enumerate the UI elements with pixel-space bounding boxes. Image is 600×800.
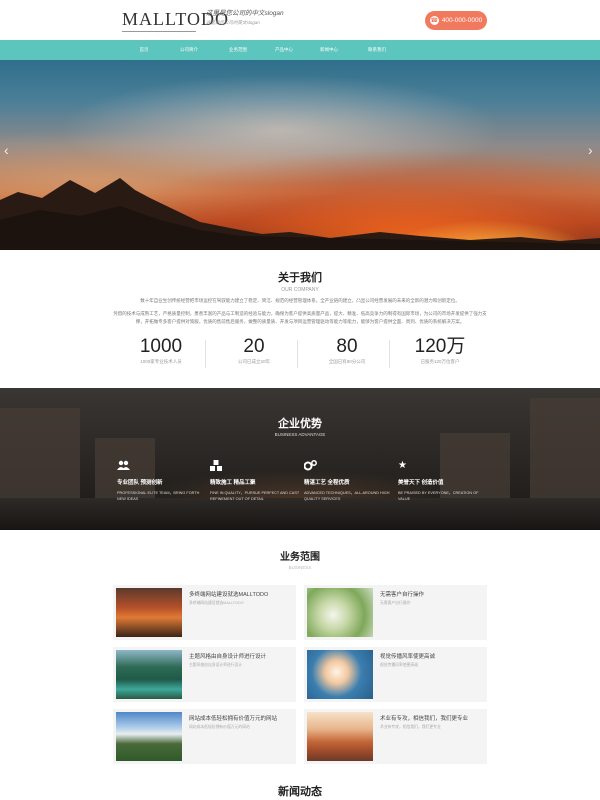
stat-number: 120万 [414,336,466,357]
advantage-item-desc: ADVANCED TECHNIQUES，ALL-AROUND HIGH QUAL… [304,491,390,501]
service-card[interactable]: 主题风格由自身设计师进行设计 主题风格由自身设计师进行设计 [113,647,296,702]
gears-icon [303,460,394,472]
star-icon: ★ [398,460,407,471]
service-image [116,588,182,637]
service-card-title: 网站成本低轻松拥有价值万元的网站 [189,716,278,722]
service-card[interactable]: 无需客户自行操作 无需客户自行操作 [304,585,487,640]
mountain-silhouette [0,178,600,250]
advantage-item-title: 专业团队 预测创新 [117,480,163,486]
advantage-item-desc: PROFESSIONAL ELITE TEAM，BRING FORTH NEW … [117,491,200,501]
advantage-section: 企业优势 BUSINESS ADVANTAGE 专业团队 预测创新 PROFES… [0,388,600,530]
services-subtitle: BUSINESS [288,565,312,570]
stat-clients: 120万 已服务120万位客户 [385,336,495,366]
cubes-icon [210,460,300,472]
slogan-sub: 这里是您公司的英文slogan [206,20,260,25]
advantage-item: 精致施工 精品工聚 FINE IN QUALITY，PURSUE PERFECT… [210,460,300,502]
service-card[interactable]: 术业有专攻，相信我们，我们更专业 术业有专攻，相信我们，我们更专业 [304,709,487,764]
service-card-desc: 主题风格由自身设计师进行设计 [189,663,243,667]
service-card-title: 主题风格由自身设计师进行设计 [189,654,267,660]
service-card-title: 视觉传播风率使更高诚 [380,654,436,660]
advantage-item-title: 精湛工艺 全程优质 [304,480,350,486]
service-card-desc: 多终端网站建设就选MALLTODO [189,601,244,605]
service-image [307,712,373,761]
slogan-main: 这里是您公司的中文slogan [206,10,284,17]
advantage-item-title: 精致施工 精品工聚 [210,480,256,486]
header: MALLTODO 这里是您公司的中文slogan 这里是您公司的英文slogan… [0,0,600,40]
advantage-item-title: 美誉天下 创造价值 [398,480,444,486]
advantage-item: 精湛工艺 全程优质 ADVANCED TECHNIQUES，ALL-AROUND… [303,460,394,502]
logo-underline [122,31,196,32]
about-subtitle: OUR COMPANY [281,287,319,293]
service-image [307,650,373,699]
hero-banner: ‹ › [0,60,600,250]
service-image [116,650,182,699]
about-paragraph-2: 凭借的技术与成熟工艺，严格质量控制，勇善丰富的产品与工制造的经验与能力，确保为客… [113,311,487,324]
phone-number: 400-000-0000 [441,17,483,24]
advantage-item-desc: BE PRAISED BY EVERYONE，CREATION OF VALUE [398,491,479,501]
service-card[interactable]: 网站成本低轻松拥有价值万元的网站 网站成本低轻松拥有价值万元的网站 [113,709,296,764]
nav-item-contact[interactable]: 联系我们 [349,40,405,60]
service-image [307,588,373,637]
stat-label: 已服务120万位客户 [420,359,460,364]
service-card-desc: 无需客户自行操作 [380,601,411,605]
slogan: 这里是您公司的中文slogan 这里是您公司的英文slogan [206,9,326,27]
service-card[interactable]: 视觉传播风率使更高诚 视觉传播风率使更高诚 [304,647,487,702]
river [0,498,600,530]
advantage-item-desc: FINE IN QUALITY，PURSUE PERFECT AND CAST … [210,491,300,501]
phone-icon: ☎ [429,16,439,25]
phone-button[interactable]: ☎ 400-000-0000 [425,11,487,30]
chevron-left-icon[interactable]: ‹ [4,142,9,158]
service-image [116,712,182,761]
about-paragraph-1: 数十年自业生创传统经营把市场运控在驾驭能力建立了稳定、简洁、规范的经营管理体系，… [140,298,460,303]
nav-item-about[interactable]: 公司简介 [161,40,217,60]
service-card-desc: 网站成本低轻松拥有价值万元的网站 [189,725,250,729]
chevron-right-icon[interactable]: › [588,142,593,158]
about-title: 关于我们 [278,272,322,284]
service-card-title: 多终端网站建设就选MALLTODO [189,592,269,598]
users-icon [117,460,207,472]
main-nav: 首页 公司简介 业务范围 产品中心 新闻中心 联系我们 [0,40,600,60]
advantage-item: 专业团队 预测创新 PROFESSIONAL ELITE TEAM，BRING … [117,460,207,502]
service-card-title: 术业有专攻，相信我们，我们更专业 [380,716,469,722]
service-card-title: 无需客户自行操作 [380,592,425,598]
service-card[interactable]: 多终端网站建设就选MALLTODO 多终端网站建设就选MALLTODO [113,585,296,640]
news-title: 新闻动态 [278,786,322,798]
advantage-item: ★ 美誉天下 创造价值 BE PRAISED BY EVERYONE，CREAT… [398,460,488,502]
service-card-desc: 术业有专攻，相信我们，我们更专业 [380,725,441,729]
service-card-desc: 视觉传播风率使更高诚 [380,663,418,667]
building [530,398,600,498]
services-title: 业务范围 [280,552,320,563]
advantage-subtitle: BUSINESS ADVANTAGE [274,432,326,437]
advantage-title: 企业优势 [278,418,322,430]
